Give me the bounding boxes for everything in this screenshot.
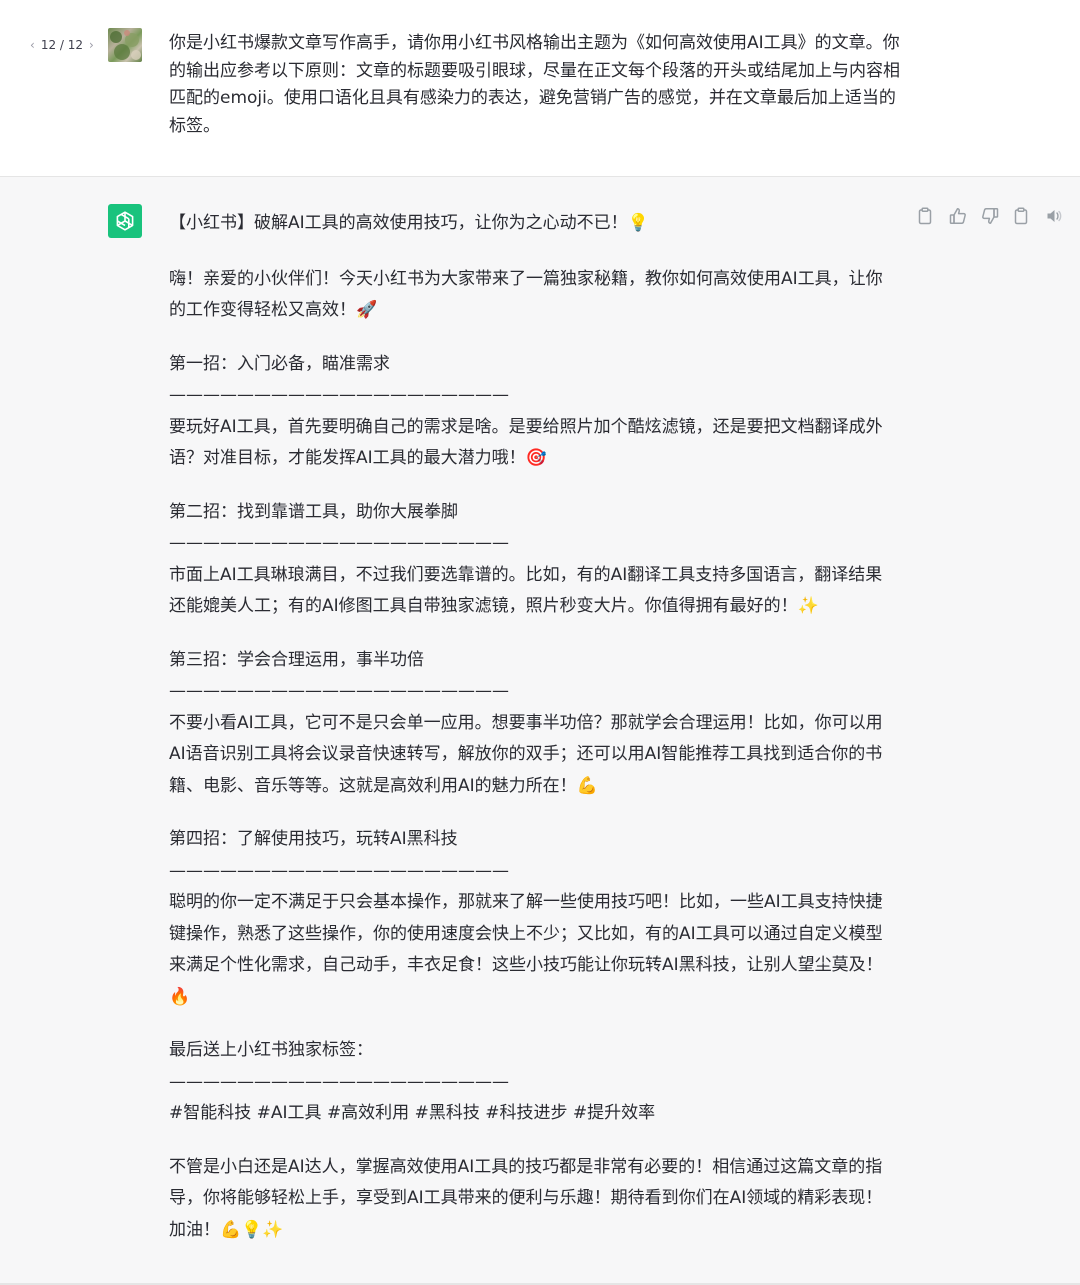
response-section: 第二招：找到靠谱工具，助你大展拳脚 ———————————————————— 市面上… [169, 497, 899, 623]
chevron-right-icon[interactable]: › [89, 38, 94, 52]
message-actions [917, 207, 1063, 225]
chevron-left-icon[interactable]: ‹ [30, 38, 35, 52]
response-section: 最后送上小红书独家标签： ———————————————————— #智能科技 #A… [169, 1035, 899, 1130]
section-divider: ———————————————————— [169, 385, 509, 405]
thumbs-up-icon[interactable] [949, 207, 967, 225]
user-message-row: ‹ 12 / 12 › 你是小红书爆款文章写作高手，请你用小红书风格输出主题为《… [0, 0, 1080, 176]
response-intro: 嗨！亲爱的小伙伴们！今天小红书为大家带来了一篇独家秘籍，教你如何高效使用AI工具… [169, 268, 883, 321]
section-divider: ———————————————————— [169, 1071, 509, 1092]
section-body: 要玩好AI工具，首先要明确自己的需求是啥。是要给照片加个酷炫滤镜，还是要把文档翻… [169, 416, 883, 469]
response-section: 第三招：学会合理运用，事半功倍 ———————————————————— 不要小看A… [169, 645, 899, 803]
openai-logo-icon [108, 204, 142, 238]
response-section: 第四招：了解使用技巧，玩转AI黑科技 ———————————————————— 聪明… [169, 824, 899, 1013]
section-heading: 第二招：找到靠谱工具，助你大展拳脚 [169, 501, 458, 522]
response-closing: 不管是小白还是AI达人，掌握高效使用AI工具的技巧都是非常有必要的！相信通过这篇… [169, 1156, 883, 1240]
clipboard-icon[interactable] [1013, 207, 1031, 225]
section-heading: 最后送上小红书独家标签： [169, 1040, 373, 1060]
user-avatar [108, 28, 142, 62]
section-divider: ———————————————————— [169, 533, 509, 553]
thumbs-down-icon[interactable] [981, 207, 999, 225]
section-heading: 第一招：入门必备，瞄准需求 [169, 353, 390, 374]
response-title: 【小红书】破解AI工具的高效使用技巧，让你为之心动不已！💡 [169, 213, 649, 233]
copy-icon[interactable] [917, 207, 935, 225]
section-body: 聪明的你一定不满足于只会基本操作，那就来了解一些使用技巧吧！比如，一些AI工具支… [169, 892, 883, 1007]
message-pager: ‹ 12 / 12 › [30, 38, 94, 52]
section-body: 市面上AI工具琳琅满目，不过我们要选靠谱的。比如，有的AI翻译工具支持多国语言，… [169, 564, 883, 617]
user-prompt-text: 你是小红书爆款文章写作高手，请你用小红书风格输出主题为《如何高效使用AI工具》的… [169, 33, 900, 136]
section-divider: ———————————————————— [169, 681, 509, 701]
speaker-icon[interactable] [1045, 207, 1063, 225]
response-section: 第一招：入门必备，瞄准需求 ———————————————————— 要玩好AI工具… [169, 349, 899, 475]
section-body: #智能科技 #AI工具 #高效利用 #黑科技 #科技进步 #提升效率 [169, 1103, 656, 1123]
section-body: 不要小看AI工具，它可不是只会单一应用。想要事半功倍？那就学会合理运用！比如，你… [169, 712, 883, 796]
section-divider: ———————————————————— [169, 860, 509, 881]
pager-label: 12 / 12 [40, 38, 84, 52]
assistant-message-row: 【小红书】破解AI工具的高效使用技巧，让你为之心动不已！💡 嗨！亲爱的小伙伴们！… [0, 176, 1080, 1285]
section-heading: 第三招：学会合理运用，事半功倍 [169, 649, 424, 670]
assistant-response: 【小红书】破解AI工具的高效使用技巧，让你为之心动不已！💡 嗨！亲爱的小伙伴们！… [169, 208, 899, 1268]
section-heading: 第四招：了解使用技巧，玩转AI黑科技 [169, 829, 458, 849]
